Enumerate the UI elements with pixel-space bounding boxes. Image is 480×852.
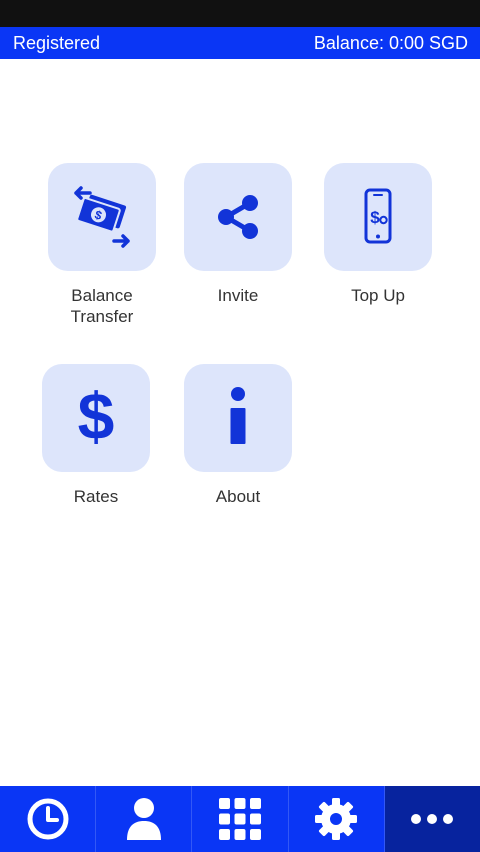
tab-settings[interactable] (289, 786, 385, 852)
tab-more[interactable] (384, 786, 480, 852)
tab-history[interactable] (0, 786, 97, 852)
top-up-button[interactable]: $ (324, 163, 432, 271)
bottom-tab-bar (0, 786, 480, 852)
rates-button[interactable]: $ (42, 364, 150, 472)
more-icon (411, 814, 454, 824)
top-up-label: Top Up (351, 286, 405, 305)
about-label: About (215, 487, 261, 506)
balance-transfer-label: Balance Transfer (32, 285, 172, 327)
balance-transfer-label-line2: Transfer (70, 307, 134, 326)
about-button[interactable] (184, 364, 292, 472)
registration-status: Registered (13, 32, 101, 53)
app-header: Registered Balance: 0:00 SGD (0, 27, 480, 59)
system-status-bar (0, 0, 480, 27)
phone-dollar-icon: $ (364, 188, 392, 244)
tab-contacts[interactable] (96, 786, 193, 852)
info-icon (230, 387, 246, 444)
share-icon (218, 195, 258, 239)
invite-button[interactable] (184, 163, 292, 271)
money-transfer-icon: $ (74, 186, 130, 248)
invite-label: Invite (217, 286, 259, 305)
svg-text:$: $ (370, 208, 380, 227)
svg-text:$: $ (78, 383, 115, 453)
dialpad-icon (219, 798, 261, 840)
tab-dialpad[interactable] (192, 786, 289, 852)
balance-transfer-button[interactable]: $ (48, 163, 156, 271)
person-icon (126, 798, 161, 840)
rates-label: Rates (73, 487, 119, 506)
clock-icon (27, 798, 69, 840)
balance-transfer-label-line1: Balance (71, 286, 133, 305)
balance-display: Balance: 0:00 SGD (313, 32, 468, 53)
dollar-icon: $ (78, 383, 115, 453)
gear-icon (315, 798, 358, 840)
